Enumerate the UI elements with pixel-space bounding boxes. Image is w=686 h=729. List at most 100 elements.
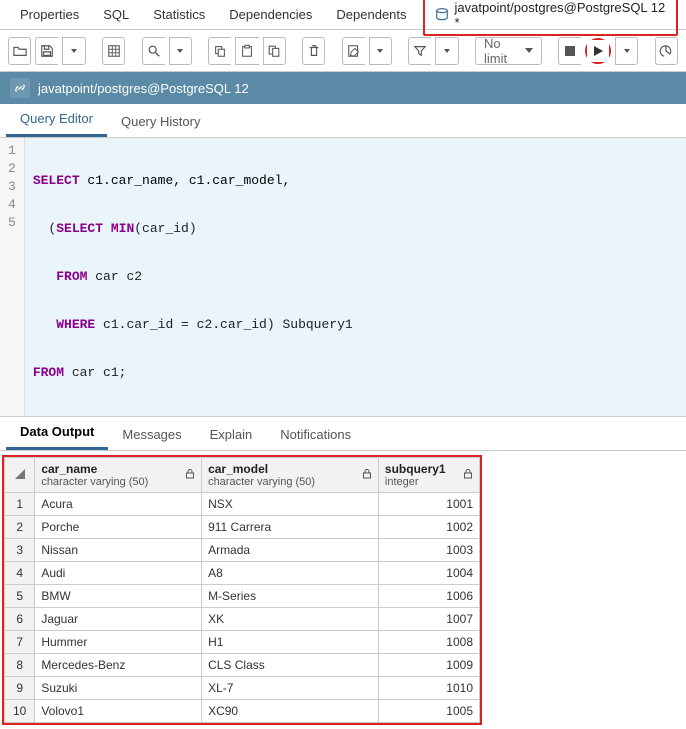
connection-tab-label: javatpoint/postgres@PostgreSQL 12 *	[455, 0, 666, 30]
cell-subquery1[interactable]: 1010	[378, 677, 479, 700]
cell-subquery1[interactable]: 1008	[378, 631, 479, 654]
tab-statistics[interactable]: Statistics	[141, 1, 217, 28]
duplicate-button[interactable]	[263, 37, 286, 65]
row-number[interactable]: 5	[5, 585, 35, 608]
cell-subquery1[interactable]: 1001	[378, 493, 479, 516]
col-car-model[interactable]: car_model character varying (50)	[202, 458, 379, 493]
corner-cell[interactable]	[5, 458, 35, 493]
table-row[interactable]: 10Volovo1XC901005	[5, 700, 480, 723]
cell-subquery1[interactable]: 1007	[378, 608, 479, 631]
cell-car-name[interactable]: Hummer	[35, 631, 202, 654]
cell-car-name[interactable]: BMW	[35, 585, 202, 608]
code-content[interactable]: SELECT c1.car_name, c1.car_model, (SELEC…	[25, 138, 361, 416]
find-dropdown[interactable]	[169, 37, 192, 65]
cell-car-model[interactable]: NSX	[202, 493, 379, 516]
chevron-down-icon	[71, 49, 77, 53]
lock-icon	[185, 468, 195, 482]
edit-grid-button[interactable]	[102, 37, 125, 65]
cell-car-model[interactable]: A8	[202, 562, 379, 585]
cell-car-model[interactable]: H1	[202, 631, 379, 654]
cell-subquery1[interactable]: 1003	[378, 539, 479, 562]
cell-subquery1[interactable]: 1002	[378, 516, 479, 539]
line-gutter: 12345	[0, 138, 25, 416]
paste-button[interactable]	[235, 37, 258, 65]
row-number[interactable]: 4	[5, 562, 35, 585]
table-row[interactable]: 8Mercedes-BenzCLS Class1009	[5, 654, 480, 677]
row-number[interactable]: 6	[5, 608, 35, 631]
lock-icon	[362, 468, 372, 482]
cell-car-model[interactable]: M-Series	[202, 585, 379, 608]
execute-button[interactable]	[587, 40, 609, 62]
copy-button[interactable]	[208, 37, 231, 65]
find-button[interactable]	[142, 37, 165, 65]
explain-analyze-button[interactable]	[655, 37, 678, 65]
row-number[interactable]: 3	[5, 539, 35, 562]
result-grid-highlight: car_name character varying (50) car_mode…	[2, 455, 482, 725]
row-number[interactable]: 2	[5, 516, 35, 539]
tab-sql[interactable]: SQL	[91, 1, 141, 28]
row-number[interactable]: 10	[5, 700, 35, 723]
table-row[interactable]: 2Porche911 Carrera1002	[5, 516, 480, 539]
filter-dropdown[interactable]	[435, 37, 458, 65]
row-number[interactable]: 7	[5, 631, 35, 654]
cell-subquery1[interactable]: 1005	[378, 700, 479, 723]
filter-button[interactable]	[408, 37, 431, 65]
tab-dependents[interactable]: Dependents	[324, 1, 418, 28]
cell-car-model[interactable]: Armada	[202, 539, 379, 562]
cell-subquery1[interactable]: 1006	[378, 585, 479, 608]
cell-car-name[interactable]: Nissan	[35, 539, 202, 562]
connection-icon[interactable]	[10, 78, 30, 98]
row-number[interactable]: 9	[5, 677, 35, 700]
cell-car-name[interactable]: Audi	[35, 562, 202, 585]
table-row[interactable]: 1AcuraNSX1001	[5, 493, 480, 516]
stop-button[interactable]	[558, 37, 581, 65]
row-number[interactable]: 8	[5, 654, 35, 677]
output-tabs: Data Output Messages Explain Notificatio…	[0, 417, 686, 451]
save-dropdown[interactable]	[62, 37, 85, 65]
chevron-down-icon	[177, 49, 183, 53]
table-row[interactable]: 7HummerH11008	[5, 631, 480, 654]
execute-highlight-circle	[585, 38, 611, 64]
tab-notifications[interactable]: Notifications	[266, 419, 365, 450]
col-subquery1[interactable]: subquery1 integer	[378, 458, 479, 493]
execute-dropdown[interactable]	[615, 37, 638, 65]
tab-query-history[interactable]: Query History	[107, 106, 214, 137]
cell-car-name[interactable]: Porche	[35, 516, 202, 539]
row-number[interactable]: 1	[5, 493, 35, 516]
edit-dropdown[interactable]	[369, 37, 392, 65]
open-file-button[interactable]	[8, 37, 31, 65]
delete-button[interactable]	[302, 37, 325, 65]
cell-car-name[interactable]: Mercedes-Benz	[35, 654, 202, 677]
cell-car-model[interactable]: XL-7	[202, 677, 379, 700]
cell-subquery1[interactable]: 1004	[378, 562, 479, 585]
save-button[interactable]	[35, 37, 58, 65]
table-row[interactable]: 5BMWM-Series1006	[5, 585, 480, 608]
limit-select[interactable]: No limit	[475, 37, 542, 65]
tab-data-output[interactable]: Data Output	[6, 416, 108, 450]
cell-car-name[interactable]: Volovo1	[35, 700, 202, 723]
limit-label: No limit	[484, 36, 517, 66]
cell-car-model[interactable]: XC90	[202, 700, 379, 723]
cell-car-name[interactable]: Suzuki	[35, 677, 202, 700]
table-row[interactable]: 3NissanArmada1003	[5, 539, 480, 562]
lock-icon	[463, 468, 473, 482]
cell-car-model[interactable]: XK	[202, 608, 379, 631]
tab-explain[interactable]: Explain	[196, 419, 267, 450]
edit-button[interactable]	[342, 37, 365, 65]
cell-subquery1[interactable]: 1009	[378, 654, 479, 677]
cell-car-model[interactable]: 911 Carrera	[202, 516, 379, 539]
tab-messages[interactable]: Messages	[108, 419, 195, 450]
col-car-name[interactable]: car_name character varying (50)	[35, 458, 202, 493]
cell-car-name[interactable]: Jaguar	[35, 608, 202, 631]
table-row[interactable]: 6JaguarXK1007	[5, 608, 480, 631]
table-row[interactable]: 4AudiA81004	[5, 562, 480, 585]
tab-dependencies[interactable]: Dependencies	[217, 1, 324, 28]
cell-car-name[interactable]: Acura	[35, 493, 202, 516]
query-editor[interactable]: 12345 SELECT c1.car_name, c1.car_model, …	[0, 138, 686, 417]
tab-query-editor[interactable]: Query Editor	[6, 103, 107, 137]
connection-bar: javatpoint/postgres@PostgreSQL 12	[0, 72, 686, 104]
tab-properties[interactable]: Properties	[8, 1, 91, 28]
cell-car-model[interactable]: CLS Class	[202, 654, 379, 677]
table-row[interactable]: 9SuzukiXL-71010	[5, 677, 480, 700]
connection-tab[interactable]: javatpoint/postgres@PostgreSQL 12 *	[423, 0, 678, 36]
